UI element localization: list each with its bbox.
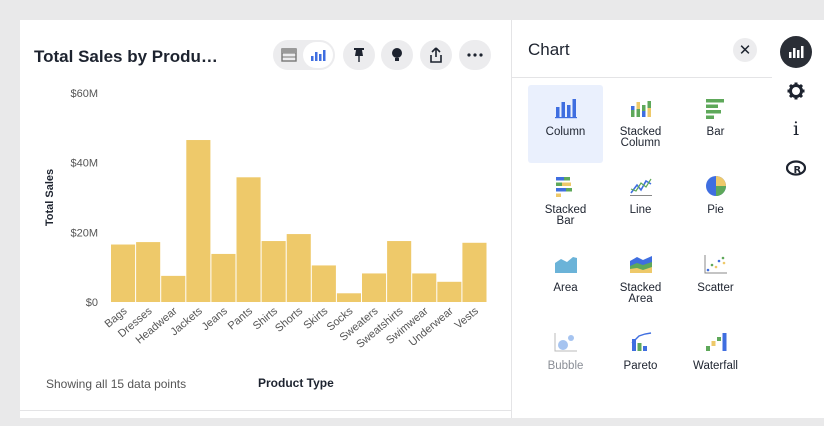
y-tick-label: $60M: [70, 88, 98, 100]
gear-icon: [787, 82, 805, 100]
x-tick-label: Vests: [453, 305, 482, 332]
bar-swimwear[interactable]: [412, 273, 437, 302]
bar-jeans[interactable]: [211, 253, 236, 302]
y-tick-label: $20M: [70, 227, 98, 239]
bar-pants[interactable]: [236, 177, 261, 302]
close-button[interactable]: ✕: [733, 38, 757, 62]
chart-type-bubble[interactable]: Bubble: [528, 319, 603, 397]
bar-headwear[interactable]: [161, 275, 186, 302]
chart-type-label: Waterfall: [693, 360, 738, 372]
chart-type-label: Line: [629, 204, 652, 216]
bar-bags[interactable]: [111, 244, 136, 302]
chart-type-pie[interactable]: Pie: [678, 163, 753, 241]
chart-type-label: Bar: [706, 126, 725, 138]
info-button[interactable]: i: [780, 113, 812, 145]
chart-type-label: Stacked Area: [619, 282, 662, 305]
chart-type-stacked-bar[interactable]: Stacked Bar: [528, 163, 603, 241]
scatter-icon: [704, 253, 728, 275]
chart-type-column[interactable]: Column: [528, 85, 603, 163]
divider: [20, 410, 511, 411]
chart-type-area[interactable]: Area: [528, 241, 603, 319]
pin-icon: [354, 48, 364, 62]
chart-card: Total Sales by Produ… $0 $20M $40M $60M Tota…: [20, 20, 511, 418]
bar-socks[interactable]: [336, 293, 361, 302]
column-icon: [554, 97, 578, 119]
chart-type-label: Pareto: [623, 360, 658, 372]
chart-type-bar[interactable]: Bar: [678, 85, 753, 163]
insights-button[interactable]: [381, 40, 413, 70]
view-toggle[interactable]: [273, 40, 335, 70]
chart-type-label: Stacked Bar: [544, 204, 587, 227]
waterfall-icon: [704, 331, 728, 353]
divider: [512, 77, 772, 78]
r-logo-icon: R: [786, 160, 806, 176]
chart-type-label: Stacked Column: [619, 126, 662, 149]
chart-type-label: Area: [553, 282, 578, 294]
app-frame: Total Sales by Produ… $0 $20M $40M $60M Tota…: [20, 20, 789, 418]
close-icon: ✕: [738, 42, 752, 59]
panel-title: Chart: [528, 40, 570, 59]
settings-button[interactable]: [780, 75, 812, 107]
chart-settings-button[interactable]: [780, 36, 812, 68]
x-tick-label: Shorts: [273, 305, 305, 335]
stacked-column-icon: [629, 97, 653, 119]
y-tick-label: $40M: [70, 158, 98, 170]
chart-type-label: Column: [545, 126, 586, 138]
table-view-button[interactable]: [275, 42, 303, 68]
x-tick-label: Jeans: [200, 305, 231, 333]
chart-type-label: Bubble: [547, 360, 584, 372]
bar-shorts[interactable]: [286, 234, 311, 302]
bar-sweatshirts[interactable]: [387, 241, 412, 302]
info-icon: i: [792, 118, 800, 140]
stacked-bar-icon: [554, 175, 578, 197]
stacked-area-icon: [629, 253, 653, 275]
chart-type-waterfall[interactable]: Waterfall: [678, 319, 753, 397]
more-button[interactable]: [459, 40, 491, 70]
y-tick-label: $0: [86, 297, 98, 309]
bar-icon: [704, 97, 728, 119]
r-button[interactable]: R: [780, 152, 812, 184]
share-icon: [430, 47, 442, 63]
more-icon: [467, 53, 483, 57]
area-icon: [554, 253, 578, 275]
chart-type-pareto[interactable]: Pareto: [603, 319, 678, 397]
svg-text:R: R: [794, 165, 802, 176]
side-toolbar: i R: [772, 20, 824, 418]
y-axis-label: Total Sales: [44, 169, 56, 226]
column-chart-icon: [311, 50, 326, 61]
chart-type-scatter[interactable]: Scatter: [678, 241, 753, 319]
chart-title[interactable]: Total Sales by Produ…: [34, 47, 218, 67]
pareto-icon: [629, 331, 653, 353]
chart-view-button[interactable]: [303, 42, 333, 68]
line-icon: [629, 175, 653, 197]
table-icon: [281, 48, 297, 62]
lightbulb-icon: [392, 48, 402, 61]
chart-settings-icon: [789, 46, 804, 58]
chart-type-label: Scatter: [697, 282, 734, 294]
x-tick-label: Pants: [226, 305, 256, 333]
chart-type-line[interactable]: Line: [603, 163, 678, 241]
data-points-summary: Showing all 15 data points: [46, 377, 187, 391]
chart-type-panel: Chart ✕ Column Stacked Column Bar Stacked Bar…: [511, 20, 789, 418]
bar-vests[interactable]: [462, 242, 487, 302]
x-tick-label: Skirts: [301, 305, 330, 332]
chart-type-label: Pie: [707, 204, 724, 216]
share-button[interactable]: [420, 40, 452, 70]
bar-skirts[interactable]: [311, 265, 336, 302]
bar-underwear[interactable]: [437, 281, 462, 302]
bar-dresses[interactable]: [136, 242, 161, 302]
pin-button[interactable]: [343, 40, 375, 70]
chart-type-stacked-area[interactable]: Stacked Area: [603, 241, 678, 319]
column-chart: $0$20M$40M$60MTotal SalesBagsDressesHead…: [44, 88, 487, 351]
bar-jackets[interactable]: [186, 140, 211, 302]
bubble-icon: [554, 331, 578, 353]
chart-type-stacked-column[interactable]: Stacked Column: [603, 85, 678, 163]
bar-sweaters[interactable]: [362, 273, 387, 302]
pie-icon: [704, 175, 728, 197]
bar-shirts[interactable]: [261, 241, 286, 302]
x-axis-label: Product Type: [258, 376, 334, 390]
